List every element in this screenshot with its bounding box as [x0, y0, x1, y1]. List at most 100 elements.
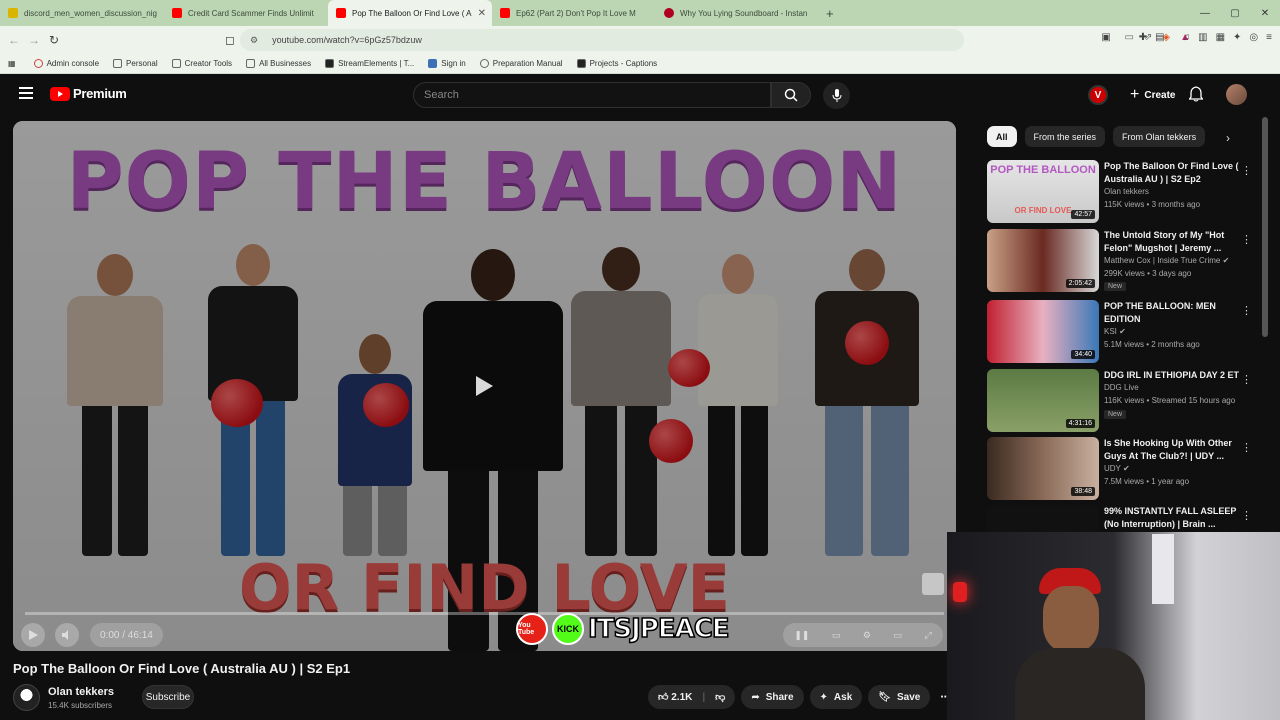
- sidebar-scrollbar[interactable]: [1262, 117, 1268, 337]
- like-button[interactable]: 👍︎ 2.1K: [658, 691, 692, 703]
- close-window-icon[interactable]: ✕: [1250, 8, 1280, 19]
- new-tab-icon[interactable]: +: [826, 6, 834, 21]
- dislike-icon[interactable]: 👎︎: [715, 691, 725, 703]
- bookmark-item[interactable]: Sign in: [428, 59, 466, 68]
- recommendation-thumbnail[interactable]: 34:40: [987, 300, 1099, 363]
- more-options-icon[interactable]: ⋮: [1241, 509, 1252, 522]
- extension-icon[interactable]: ▤: [1155, 32, 1164, 43]
- verified-icon: ✔: [1222, 256, 1230, 265]
- pause-toggle-icon[interactable]: ❚❚: [794, 630, 809, 641]
- browser-tab[interactable]: Credit Card Scammer Finds Unlimit: [164, 0, 328, 26]
- ai-icon[interactable]: ✦: [1233, 32, 1241, 43]
- youtube-header: Premium V + Create: [0, 75, 1280, 115]
- hamburger-menu-icon[interactable]: [19, 87, 33, 99]
- extensions-puzzle-icon[interactable]: ✚: [1139, 32, 1147, 43]
- bookmark-item[interactable]: All Businesses: [246, 59, 311, 68]
- recommendation-thumbnail[interactable]: POP THE BALLOON OR FIND LOVE 42:57: [987, 160, 1099, 223]
- bell-icon: [1188, 86, 1204, 102]
- theater-mode-icon[interactable]: ▭: [893, 630, 902, 641]
- captions-icon[interactable]: ▭: [832, 630, 841, 641]
- channel-watermark-icon[interactable]: [922, 573, 944, 595]
- site-info-icon[interactable]: ⚙: [250, 35, 258, 46]
- chip-from-channel[interactable]: From Olan tekkers: [1113, 126, 1206, 147]
- play-button[interactable]: [21, 623, 45, 647]
- channel-name[interactable]: Olan tekkers: [48, 686, 114, 698]
- settings-gear-icon[interactable]: ⚙: [863, 630, 871, 641]
- reload-icon[interactable]: ↻: [44, 33, 64, 47]
- share-button[interactable]: ➦ Share: [741, 685, 804, 709]
- menu-icon[interactable]: ≡: [1266, 32, 1272, 43]
- video-player[interactable]: POP THE BALLOON OR FIND LOVE 0:00 / 46:1…: [13, 121, 956, 651]
- bookmark-label: Creator Tools: [184, 59, 233, 68]
- browser-tab-active[interactable]: Pop The Balloon Or Find Love ( A ✕: [328, 0, 492, 26]
- bookmark-item[interactable]: Admin console: [33, 59, 99, 68]
- url-field[interactable]: ⚙ youtube.com/watch?v=6pGz57bdzuw: [240, 29, 964, 51]
- ask-button[interactable]: ✦ Ask: [809, 685, 863, 709]
- vpn-icon[interactable]: ◎: [1249, 32, 1258, 43]
- wallet-icon[interactable]: ▦: [1216, 32, 1225, 43]
- maximize-icon[interactable]: ▢: [1220, 8, 1250, 19]
- sidebar-icon[interactable]: ▥: [1198, 32, 1207, 43]
- volume-button[interactable]: [55, 623, 79, 647]
- create-button[interactable]: + Create: [1120, 82, 1185, 108]
- recommendation-thumbnail[interactable]: 4:31:16: [987, 369, 1099, 432]
- bookmark-label: Preparation Manual: [492, 59, 563, 68]
- close-tab-icon[interactable]: ✕: [478, 8, 486, 19]
- bookmark-item[interactable]: StreamElements | T...: [325, 59, 414, 68]
- search-input[interactable]: [424, 89, 770, 101]
- avatar[interactable]: [1226, 84, 1247, 105]
- search-box[interactable]: [413, 82, 771, 108]
- address-bar-row: ← → ↻ ◻ ⚙ youtube.com/watch?v=6pGz57bdzu…: [0, 26, 1280, 54]
- fullscreen-icon[interactable]: ⤢: [925, 630, 932, 641]
- progress-bar[interactable]: [25, 612, 944, 615]
- streamer-figure: [1015, 568, 1145, 720]
- recommendation-thumbnail[interactable]: 2:05:42: [987, 229, 1099, 292]
- save-button[interactable]: 🔖︎ Save: [868, 685, 931, 709]
- chip-all[interactable]: All: [987, 126, 1017, 147]
- forward-icon[interactable]: →: [24, 33, 44, 47]
- minimize-icon[interactable]: —: [1190, 8, 1220, 19]
- ask-label: Ask: [833, 691, 853, 703]
- channel-label: KSI: [1104, 327, 1117, 336]
- bookmark-item[interactable]: Personal: [113, 59, 158, 68]
- more-options-icon[interactable]: ⋮: [1241, 304, 1252, 317]
- back-icon[interactable]: ←: [4, 33, 24, 47]
- account-switcher-badge[interactable]: V: [1088, 85, 1108, 105]
- chevron-right-icon[interactable]: ›: [1226, 131, 1230, 145]
- verified-icon: ✔: [1119, 327, 1126, 336]
- search-button[interactable]: [771, 82, 811, 108]
- more-options-icon[interactable]: ⋮: [1241, 233, 1252, 246]
- duration-badge: 38:48: [1071, 487, 1095, 496]
- recommendation-item[interactable]: 2:05:42 The Untold Story of My "Hot Felo…: [987, 229, 1252, 293]
- play-overlay-icon[interactable]: [474, 375, 494, 397]
- more-options-icon[interactable]: ⋮: [1241, 373, 1252, 386]
- bookmark-item[interactable]: Creator Tools: [171, 59, 233, 68]
- chip-from-series[interactable]: From the series: [1024, 126, 1106, 147]
- voice-search-button[interactable]: [823, 82, 850, 109]
- recommendation-channel: KSI ✔: [1104, 327, 1126, 336]
- bookmark-item[interactable]: Preparation Manual: [479, 59, 563, 68]
- recommendation-thumbnail[interactable]: 38:48: [987, 437, 1099, 500]
- recommendation-item[interactable]: POP THE BALLOON OR FIND LOVE 42:57 Pop T…: [987, 160, 1252, 224]
- recommendation-thumbnail[interactable]: [987, 505, 1099, 533]
- video-actions: 👍︎ 2.1K | 👎︎ ➦ Share ✦ Ask 🔖︎ Save ⋯: [648, 685, 954, 709]
- recommendation-item[interactable]: 34:40 POP THE BALLOON: MEN EDITION KSI ✔…: [987, 300, 1252, 364]
- youtube-logo[interactable]: Premium: [50, 86, 127, 101]
- subscribe-button[interactable]: Subscribe: [142, 685, 194, 709]
- recommendation-item[interactable]: 4:31:16 DDG IRL IN ETHIOPIA DAY 2 ET DDG…: [987, 369, 1252, 433]
- bookmark-item[interactable]: Projects - Captions: [576, 59, 657, 68]
- browser-tab[interactable]: discord_men_women_discussion_nig: [0, 0, 164, 26]
- channel-avatar[interactable]: [13, 684, 40, 711]
- music-icon[interactable]: ♫: [1183, 32, 1191, 43]
- folder-icon: [113, 59, 123, 68]
- extension-icon[interactable]: ▣: [1101, 32, 1110, 43]
- notifications-button[interactable]: [1188, 86, 1204, 107]
- apps-icon[interactable]: ▦: [8, 59, 16, 68]
- more-options-icon[interactable]: ⋮: [1241, 441, 1252, 454]
- browser-tab[interactable]: Ep62 (Part 2) Don't Pop It Love M: [492, 0, 656, 26]
- bookmark-icon[interactable]: ◻: [220, 33, 240, 47]
- browser-tab[interactable]: Why You Lying Soundboard - Instan: [656, 0, 820, 26]
- recommendation-item[interactable]: 38:48 Is She Hooking Up With Other Guys …: [987, 437, 1252, 501]
- more-options-icon[interactable]: ⋮: [1241, 164, 1252, 177]
- head: [1043, 586, 1099, 652]
